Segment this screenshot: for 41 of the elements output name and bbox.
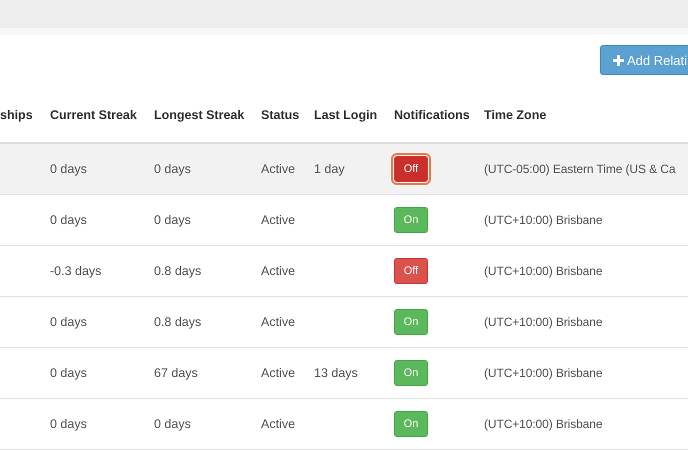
column-header: ships (0, 108, 33, 122)
column-header: Current Streak (50, 108, 137, 122)
add-relation-button[interactable]: Add Relati (600, 45, 688, 75)
column-header: Time Zone (484, 108, 546, 122)
table-cell: 1 day (314, 162, 345, 176)
table-cell: (UTC+10:00) Brisbane (484, 366, 602, 380)
plus-icon (613, 54, 624, 66)
table-cell: 0 days (50, 315, 87, 329)
table-cell: 0 days (50, 417, 87, 431)
column-header: Last Login (314, 108, 378, 122)
table-cell: 0.8 days (154, 264, 202, 278)
column-header: Longest Streak (154, 108, 244, 122)
table-cell: 0 days (154, 162, 191, 176)
notification-toggle[interactable]: On (394, 360, 428, 386)
table-cell: (UTC+10:00) Brisbane (484, 417, 602, 431)
notification-toggle[interactable]: On (394, 411, 428, 437)
notification-toggle[interactable]: On (394, 207, 428, 233)
notification-toggle[interactable]: Off (394, 156, 428, 182)
column-header: Notifications (394, 108, 470, 122)
table-cell: 0 days (50, 162, 87, 176)
table-cell: 13 days (314, 366, 358, 380)
table-cell: (UTC+10:00) Brisbane (484, 315, 602, 329)
table-cell: Active (261, 417, 296, 431)
table-cell: 0 days (154, 213, 191, 227)
notification-toggle[interactable]: On (394, 309, 428, 335)
table-cell: (UTC-05:00) Eastern Time (US & Ca (484, 162, 676, 176)
table-cell: 0 days (154, 417, 191, 431)
table-cell: 0 days (50, 213, 87, 227)
table-cell: Active (261, 162, 296, 176)
table-cell: Active (261, 315, 296, 329)
table-cell: (UTC+10:00) Brisbane (484, 213, 602, 227)
table-cell: 0.8 days (154, 315, 202, 329)
table-cell: -0.3 days (50, 264, 102, 278)
table-cell: Active (261, 366, 296, 380)
table-cell: 67 days (154, 366, 198, 380)
table-cell: Active (261, 213, 296, 227)
table-cell: 0 days (50, 366, 87, 380)
table-cell: (UTC+10:00) Brisbane (484, 264, 602, 278)
table-cell: Active (261, 264, 296, 278)
column-header: Status (261, 108, 300, 122)
notification-toggle[interactable]: Off (394, 258, 428, 284)
